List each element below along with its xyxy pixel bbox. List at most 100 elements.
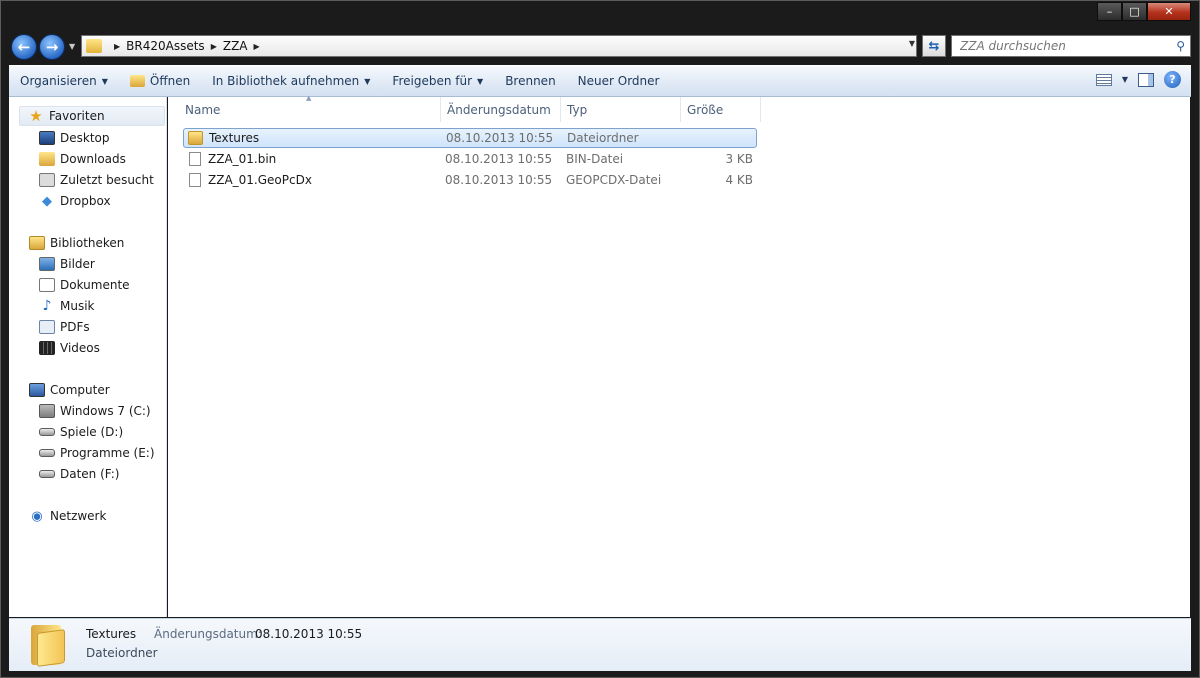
sidebar-item-documents[interactable]: Dokumente [39,275,130,295]
file-name: ZZA_01.bin [208,152,277,166]
sidebar-item-music[interactable]: ♪ Musik [39,296,95,316]
refresh-button[interactable]: ⇆ [922,35,946,57]
chevron-right-icon[interactable]: ▶ [211,42,217,51]
back-button[interactable]: ← [11,34,37,60]
close-button[interactable]: ✕ [1147,2,1191,21]
details-pane: Textures Dateiordner Änderungsdatum: 08.… [9,618,1191,671]
search-icon[interactable]: ⚲ [1176,39,1185,53]
sidebar-label: Bilder [60,257,95,271]
view-tools: ▼ ? [1095,71,1181,88]
burn-button[interactable]: Brennen [494,66,566,96]
column-header-name[interactable]: Name [179,97,441,122]
desktop-icon [39,131,55,145]
sidebar-item-pdfs[interactable]: PDFs [39,317,90,337]
window-border [1191,65,1199,671]
recent-pages-chevron-icon[interactable]: ▼ [69,42,75,51]
column-header-size[interactable]: Größe [681,97,761,122]
breadcrumb-item[interactable]: ZZA [223,39,248,53]
file-list: ▲ Name Änderungsdatum Typ Größe Textures… [168,94,1190,617]
maximize-button[interactable]: □ [1122,2,1147,21]
sidebar-label: Programme (E:) [60,446,155,460]
file-name-cell: ZZA_01.bin [187,149,276,169]
sidebar-item-pictures[interactable]: Bilder [39,254,95,274]
system-drive-icon [39,404,55,418]
file-row[interactable]: ZZA_01.GeoPcDx 08.10.2013 10:55 GEOPCDX-… [183,170,757,190]
column-header-type[interactable]: Typ [561,97,681,122]
sidebar-label: Netzwerk [50,509,107,523]
chevron-down-icon[interactable]: ▼ [909,39,915,48]
sidebar-computer[interactable]: Computer [29,380,110,400]
preview-pane-icon[interactable] [1138,72,1154,87]
open-label: Öffnen [149,74,191,88]
sidebar-network[interactable]: ◉ Netzwerk [29,506,106,526]
sidebar-label: Daten (F:) [60,467,120,481]
navigation-row: ← → ▼ ▶ BR420Assets ▶ ZZA ▶ ▼ ⇆ ⚲ [9,30,1193,64]
column-headers: ▲ Name Änderungsdatum Typ Größe [168,94,762,122]
music-icon: ♪ [42,298,52,314]
details-date-value: 08.10.2013 10:55 [255,627,363,641]
details-date-label: Änderungsdatum: [154,627,262,641]
open-folder-icon [129,75,145,87]
file-size: 4 KB [725,173,753,187]
libraries-icon [29,236,45,250]
sidebar-item-drive-e[interactable]: Programme (E:) [39,443,155,463]
sidebar-item-desktop[interactable]: Desktop [39,128,110,148]
sidebar-label: Favoriten [49,109,105,123]
downloads-icon [39,152,55,166]
file-row[interactable]: ZZA_01.bin 08.10.2013 10:55 BIN-Datei 3 … [183,149,757,169]
sidebar-item-drive-d[interactable]: Spiele (D:) [39,422,123,442]
sidebar-label: Computer [50,383,110,397]
include-library-button[interactable]: In Bibliothek aufnehmen ▼ [201,66,381,96]
column-header-date[interactable]: Änderungsdatum [441,97,561,122]
chevron-down-icon: ▼ [364,76,371,86]
share-label: Freigeben für [392,74,473,88]
sidebar-item-dropbox[interactable]: ◆ Dropbox [39,191,111,211]
pdf-library-icon [39,320,55,334]
sidebar-item-videos[interactable]: Videos [39,338,100,358]
chevron-right-icon[interactable]: ▶ [254,42,260,51]
file-type: Dateiordner [567,131,639,145]
organize-label: Organisieren [20,74,97,88]
sidebar-favorites[interactable]: ★ Favoriten [19,106,165,126]
open-button[interactable]: Öffnen [119,66,201,96]
file-date: 08.10.2013 10:55 [446,131,554,145]
explorer-window: – □ ✕ ← → ▼ ▶ BR420Assets ▶ ZZA ▶ ▼ ⇆ ⚲ … [0,0,1200,678]
organize-menu-button[interactable]: Organisieren ▼ [9,66,119,96]
drive-icon [39,428,55,436]
new-folder-button[interactable]: Neuer Ordner [567,66,671,96]
sidebar-libraries[interactable]: Bibliotheken [29,233,124,253]
breadcrumb-item[interactable]: BR420Assets [126,39,205,53]
sidebar-label: Downloads [60,152,126,166]
view-options-icon[interactable] [1095,73,1112,86]
file-date: 08.10.2013 10:55 [445,173,553,187]
documents-icon [39,278,55,292]
burn-label: Brennen [505,74,556,88]
sidebar-item-drive-f[interactable]: Daten (F:) [39,464,119,484]
minimize-button[interactable]: – [1097,2,1122,21]
command-bar: Organisieren ▼ Öffnen In Bibliothek aufn… [9,65,1191,97]
help-button[interactable]: ? [1164,71,1181,88]
sidebar-item-recent[interactable]: Zuletzt besucht [39,170,154,190]
search-input[interactable] [960,39,1160,53]
recent-places-icon [39,173,55,187]
sidebar-label: Zuletzt besucht [60,173,154,187]
file-row[interactable]: Textures 08.10.2013 10:55 Dateiordner [183,128,757,148]
chevron-down-icon: ▼ [477,76,484,86]
search-box[interactable]: ⚲ [951,35,1191,57]
file-size: 3 KB [725,152,753,166]
forward-button[interactable]: → [39,34,65,60]
file-icon [189,173,201,187]
network-icon: ◉ [31,508,43,524]
file-date: 08.10.2013 10:55 [445,152,553,166]
chevron-down-icon[interactable]: ▼ [1122,75,1128,84]
computer-icon [29,383,45,397]
share-button[interactable]: Freigeben für ▼ [381,66,494,96]
sidebar-item-downloads[interactable]: Downloads [39,149,126,169]
file-name: ZZA_01.GeoPcDx [208,173,312,187]
sidebar-item-drive-c[interactable]: Windows 7 (C:) [39,401,151,421]
address-bar[interactable]: ▶ BR420Assets ▶ ZZA ▶ ▼ [81,35,917,57]
file-icon [189,152,201,166]
chevron-right-icon[interactable]: ▶ [114,42,120,51]
file-name: Textures [209,131,260,145]
sidebar-label: Windows 7 (C:) [60,404,151,418]
